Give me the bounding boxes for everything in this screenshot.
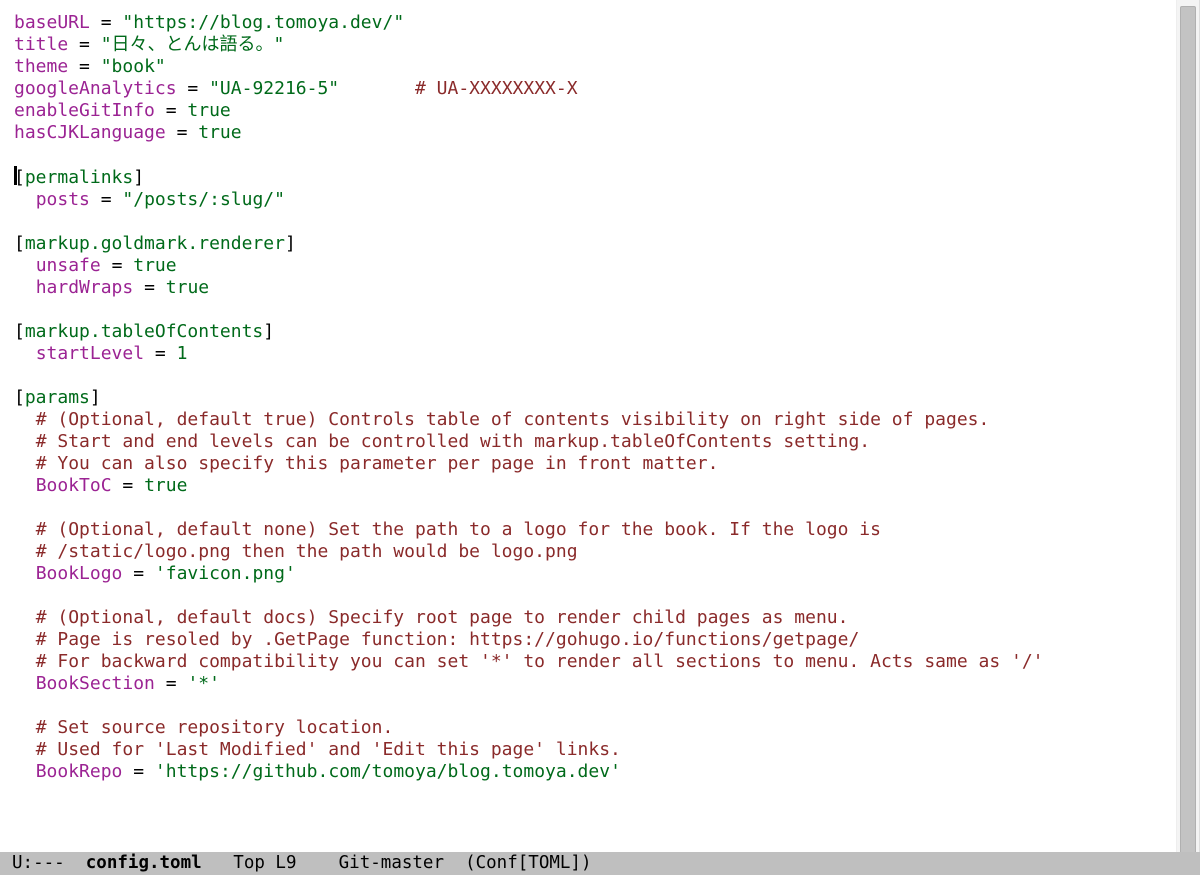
comment-line: # (Optional, default none) Set the path … [36, 519, 881, 540]
section-toc: markup.tableOfContents [25, 321, 263, 342]
comment-line: # You can also specify this parameter pe… [36, 453, 719, 474]
comment-line: # (Optional, default docs) Specify root … [36, 607, 849, 628]
comment-ga: # UA-XXXXXXXX-X [415, 78, 578, 99]
key-googleAnalytics: googleAnalytics [14, 78, 177, 99]
section-permalinks: permalinks [25, 167, 133, 188]
key-hasCJKLanguage: hasCJKLanguage [14, 122, 166, 143]
modeline-left: U:--- [12, 853, 86, 873]
bracket-open: [ [14, 387, 25, 408]
comment-line: # Page is resoled by .GetPage function: … [36, 629, 860, 650]
key-enableGitInfo: enableGitInfo [14, 100, 155, 121]
emacs-modeline: U:--- config.toml Top L9 Git-master (Con… [0, 852, 1200, 875]
key-theme: theme [14, 56, 68, 77]
key-title: title [14, 34, 68, 55]
val-posts: "/posts/:slug/" [122, 189, 285, 210]
bracket-close: ] [90, 387, 101, 408]
val-hardWraps: true [166, 277, 209, 298]
section-goldmark: markup.goldmark.renderer [25, 233, 285, 254]
val-enableGitInfo: true [187, 100, 230, 121]
editor-frame: baseURL = "https://blog.tomoya.dev/" tit… [0, 0, 1200, 875]
key-BookSection: BookSection [36, 673, 155, 694]
code-buffer[interactable]: baseURL = "https://blog.tomoya.dev/" tit… [0, 0, 1176, 875]
val-hasCJKLanguage: true [198, 122, 241, 143]
key-unsafe: unsafe [36, 255, 101, 276]
key-baseURL: baseURL [14, 12, 90, 33]
bracket-close: ] [263, 321, 274, 342]
key-hardWraps: hardWraps [36, 277, 134, 298]
val-theme: "book" [101, 56, 166, 77]
bracket-open: [ [14, 321, 25, 342]
key-posts: posts [36, 189, 90, 210]
val-startLevel: 1 [177, 343, 188, 364]
val-baseURL: "https://blog.tomoya.dev/" [122, 12, 404, 33]
val-unsafe: true [133, 255, 176, 276]
comment-line: # For backward compatibility you can set… [36, 651, 1044, 672]
comment-line: # (Optional, default true) Controls tabl… [36, 409, 990, 430]
bracket-open: [ [14, 167, 25, 188]
val-BookToC: true [144, 475, 187, 496]
section-params: params [25, 387, 90, 408]
key-BookToC: BookToC [36, 475, 112, 496]
comment-line: # Start and end levels can be controlled… [36, 431, 870, 452]
key-startLevel: startLevel [36, 343, 144, 364]
key-BookRepo: BookRepo [36, 761, 123, 782]
comment-line: # Used for 'Last Modified' and 'Edit thi… [36, 739, 621, 760]
scrollbar-thumb[interactable] [1180, 6, 1196, 869]
bracket-open: [ [14, 233, 25, 254]
val-BookSection: '*' [187, 673, 220, 694]
modeline-filename: config.toml [86, 853, 202, 873]
val-googleAnalytics: "UA-92216-5" [209, 78, 339, 99]
modeline-rest: Top L9 Git-master (Conf[TOML]) [202, 853, 592, 873]
comment-line: # /static/logo.png then the path would b… [36, 541, 578, 562]
key-BookLogo: BookLogo [36, 563, 123, 584]
bracket-close: ] [285, 233, 296, 254]
val-BookRepo: 'https://github.com/tomoya/blog.tomoya.d… [155, 761, 621, 782]
val-title: "日々、とんは語る。" [101, 34, 285, 55]
vertical-scrollbar[interactable] [1176, 0, 1200, 875]
val-BookLogo: 'favicon.png' [155, 563, 296, 584]
comment-line: # Set source repository location. [36, 717, 394, 738]
bracket-close: ] [133, 167, 144, 188]
